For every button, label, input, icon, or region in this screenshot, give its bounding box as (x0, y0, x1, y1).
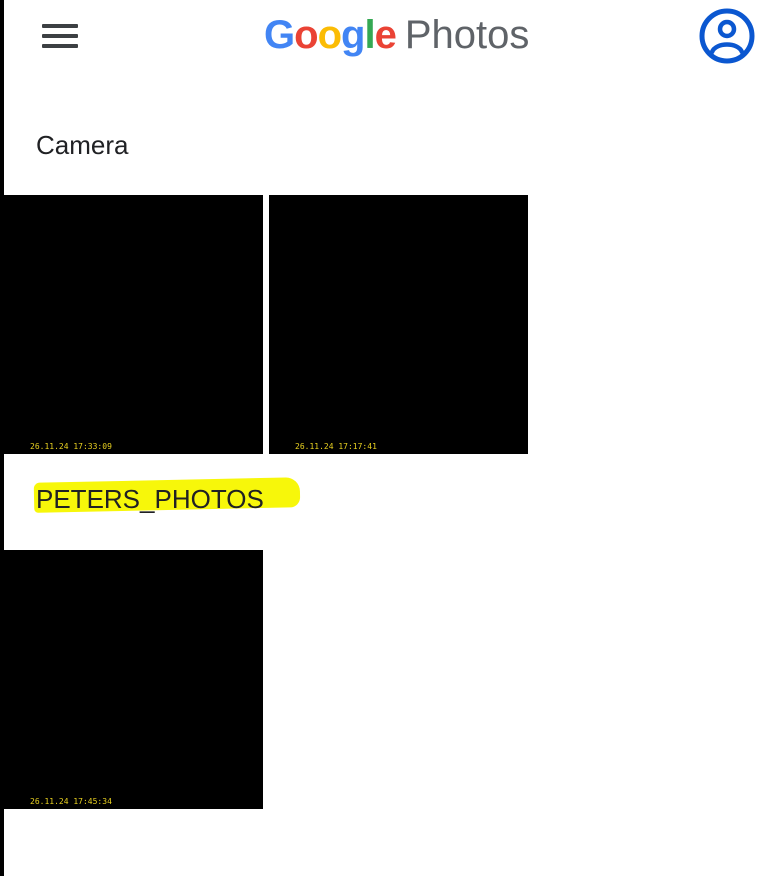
logo-letter: G (264, 13, 295, 57)
logo-letter: g (341, 13, 365, 57)
photo-thumbnail[interactable]: 26.11.24 17:33:09 (4, 195, 263, 454)
logo-letter: o (317, 13, 342, 57)
top-app-bar: Google Photos (0, 0, 770, 72)
section-title-camera: Camera (36, 130, 129, 160)
product-name: Photos (404, 13, 530, 57)
photo-thumbnail[interactable]: 26.11.24 17:17:41 (269, 195, 528, 454)
google-photos-screen: Google Photos Camera 26.11.24 17:33:09 26… (0, 0, 770, 876)
logo-letter: e (374, 13, 397, 57)
google-wordmark: Google (264, 13, 397, 57)
photo-timestamp: 26.11.24 17:17:41 (295, 442, 377, 451)
hamburger-menu-icon[interactable] (36, 18, 84, 54)
photo-timestamp: 26.11.24 17:33:09 (30, 442, 112, 451)
photo-timestamp: 26.11.24 17:45:34 (30, 797, 112, 806)
logo-letter: o (294, 13, 318, 57)
section-title-peters-photos: PETERS_PHOTOS (36, 484, 264, 514)
logo-letter: l (364, 13, 375, 57)
google-photos-logo: Google Photos (264, 10, 529, 60)
account-circle-icon[interactable] (698, 7, 756, 65)
photo-thumbnail[interactable]: 26.11.24 17:45:34 (4, 550, 263, 809)
